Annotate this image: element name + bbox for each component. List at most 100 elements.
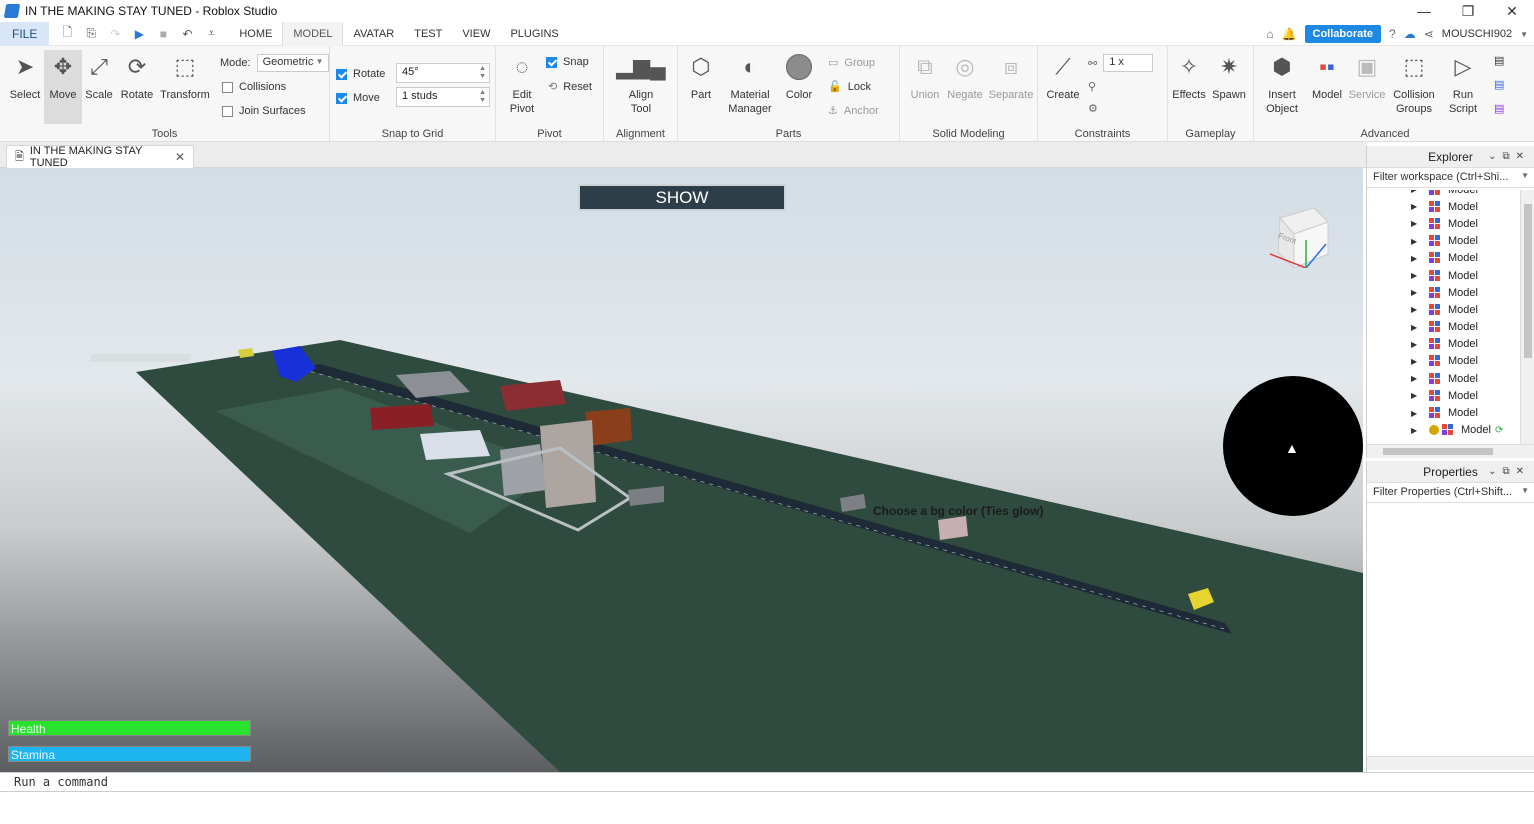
tree-item-model[interactable]: ▶ Model (1367, 387, 1519, 404)
help-icon[interactable]: ? (1389, 27, 1396, 41)
expand-arrow-icon[interactable]: ▶ (1411, 288, 1419, 297)
constraint-visibility-icon[interactable]: ⚯ (1088, 57, 1097, 70)
effects-button[interactable]: ✧ Effects (1170, 50, 1208, 102)
tab-avatar[interactable]: AVATAR (343, 22, 404, 46)
module-script-icon[interactable]: ▤ (1494, 102, 1504, 115)
mode-dropdown[interactable]: Geometric ▼ (256, 54, 329, 72)
collisions-toggle[interactable]: Collisions (222, 81, 286, 93)
3d-viewport[interactable]: SHOW Choose a bg color (Ties glow) Front… (0, 168, 1363, 772)
join-surfaces-checkbox[interactable] (222, 105, 233, 117)
join-surfaces-toggle[interactable]: Join Surfaces (222, 105, 306, 117)
expand-arrow-icon[interactable]: ▶ (1411, 190, 1419, 194)
tab-model[interactable]: MODEL (282, 21, 344, 46)
collisions-checkbox[interactable] (222, 81, 233, 93)
tab-view[interactable]: VIEW (452, 22, 500, 46)
chevron-down-icon[interactable]: ▼ (1521, 171, 1529, 180)
pivot-snap-toggle[interactable]: Snap (546, 56, 589, 68)
tab-home[interactable]: HOME (229, 22, 282, 46)
tree-item-model[interactable]: ▶ Model ⟳ (1367, 422, 1519, 439)
negate-button[interactable]: ◎ Negate (946, 50, 984, 102)
tree-item-model[interactable]: ▶ Model (1367, 336, 1519, 353)
create-constraint-button[interactable]: ⟋ Create (1044, 50, 1082, 102)
user-name[interactable]: MOUSCHI902 (1442, 28, 1512, 40)
command-bar[interactable]: Run a command (0, 772, 1534, 792)
part-button[interactable]: ⬡ Part (682, 50, 720, 102)
share-icon[interactable]: ⋖ (1424, 27, 1434, 41)
separate-button[interactable]: ⧈ Separate (988, 50, 1034, 102)
tree-item-model[interactable]: ▶ Model (1367, 370, 1519, 387)
customize-icon[interactable]: ⩡ (201, 26, 221, 41)
home-icon[interactable]: ⌂ (1266, 27, 1273, 41)
cloud-icon[interactable]: ☁ (1404, 27, 1416, 41)
properties-hscrollbar[interactable] (1367, 756, 1534, 770)
panel-controls-icon[interactable]: ⌄⧉✕ (1488, 146, 1530, 168)
constraint-details-icon[interactable]: ⚲ (1088, 80, 1096, 93)
explorer-hscrollbar[interactable] (1367, 444, 1534, 458)
expand-arrow-icon[interactable]: ▶ (1411, 340, 1419, 349)
rotate-tool-button[interactable]: ⟳ Rotate (118, 50, 156, 102)
chevron-down-icon[interactable]: ▼ (1521, 486, 1529, 495)
spawn-button[interactable]: ✷ Spawn (1210, 50, 1248, 102)
tree-item-model[interactable]: ▶ Model (1367, 284, 1519, 301)
rotate-snap-input[interactable]: 45° ▲ ▼ (396, 63, 490, 83)
color-button[interactable]: Color (780, 50, 818, 102)
expand-arrow-icon[interactable]: ▶ (1411, 305, 1419, 314)
union-button[interactable]: ⧉ Union (906, 50, 944, 102)
model-button[interactable]: ▪ ▪ Model (1308, 50, 1346, 102)
expand-arrow-icon[interactable]: ▶ (1411, 323, 1419, 332)
close-button[interactable]: ✕ (1490, 0, 1534, 22)
collaborate-button[interactable]: Collaborate (1304, 25, 1382, 43)
undo-icon[interactable]: ↶ (177, 27, 197, 41)
pivot-snap-checkbox[interactable] (546, 56, 557, 68)
tab-plugins[interactable]: PLUGINS (500, 22, 568, 46)
expand-arrow-icon[interactable]: ▶ (1411, 271, 1419, 280)
move-snap-input[interactable]: 1 studs ▲ ▼ (396, 87, 490, 107)
spinner-icon[interactable]: ▲ ▼ (479, 89, 486, 105)
scale-tool-button[interactable]: ⤢ Scale (80, 50, 118, 102)
expand-arrow-icon[interactable]: ▶ (1411, 254, 1419, 263)
close-tab-icon[interactable]: ✕ (175, 150, 185, 164)
lock-button[interactable]: 🔓 Lock (828, 80, 871, 94)
tree-item-model[interactable]: ▶ Model (1367, 250, 1519, 267)
tree-item-model[interactable]: ▶ Model (1367, 353, 1519, 370)
panel-controls-icon[interactable]: ⌄⧉✕ (1488, 461, 1530, 483)
show-button[interactable]: SHOW (578, 184, 786, 211)
select-tool-button[interactable]: ➤ Select (6, 50, 44, 102)
file-menu[interactable]: FILE (0, 21, 50, 46)
group-button[interactable]: ▭ Group (828, 56, 875, 70)
expand-arrow-icon[interactable]: ▶ (1411, 391, 1419, 400)
view-cube[interactable]: Front (1266, 204, 1330, 268)
rotate-snap-checkbox[interactable] (336, 68, 347, 80)
move-snap-toggle[interactable]: Move (336, 92, 380, 104)
tree-item-model[interactable]: ▶ Model (1367, 190, 1519, 198)
spinner-icon[interactable]: ▲ ▼ (479, 65, 486, 81)
expand-arrow-icon[interactable]: ▶ (1411, 202, 1419, 211)
stop-icon[interactable]: ■ (153, 27, 173, 41)
collision-groups-button[interactable]: ⬚ Collision Groups (1392, 50, 1436, 116)
run-script-button[interactable]: ▷ Run Script (1444, 50, 1482, 116)
service-button[interactable]: ▣ Service (1346, 50, 1388, 102)
tree-item-model[interactable]: ▶ Model (1367, 215, 1519, 232)
tree-item-model[interactable]: ▶ Model (1367, 301, 1519, 318)
align-tool-button[interactable]: ▂▆▄ Align Tool (616, 50, 665, 116)
transform-tool-button[interactable]: ⬚ Transform (160, 50, 210, 102)
local-script-icon[interactable]: ▤ (1494, 78, 1504, 91)
anchor-button[interactable]: ⚓ Anchor (828, 104, 879, 118)
move-tool-button[interactable]: ✥ Move (44, 50, 82, 124)
mobile-jump-button[interactable]: ▲ (1223, 376, 1363, 516)
new-file-icon[interactable]: 🗋 (57, 23, 77, 44)
minimize-button[interactable]: — (1402, 0, 1446, 22)
tree-item-model[interactable]: ▶ Model (1367, 267, 1519, 284)
expand-arrow-icon[interactable]: ▶ (1411, 237, 1419, 246)
expand-arrow-icon[interactable]: ▶ (1411, 426, 1419, 435)
expand-arrow-icon[interactable]: ▶ (1411, 374, 1419, 383)
tab-test[interactable]: TEST (404, 22, 452, 46)
rotate-snap-toggle[interactable]: Rotate (336, 68, 385, 80)
tree-item-model[interactable]: ▶ Model (1367, 233, 1519, 250)
expand-arrow-icon[interactable]: ▶ (1411, 409, 1419, 418)
expand-arrow-icon[interactable]: ▶ (1411, 219, 1419, 228)
explorer-scrollbar[interactable] (1520, 190, 1534, 444)
edit-pivot-button[interactable]: ◌ Edit Pivot (504, 50, 540, 116)
notification-icon[interactable]: 🔔 (1282, 27, 1297, 41)
play-icon[interactable]: ▶ (129, 27, 149, 41)
